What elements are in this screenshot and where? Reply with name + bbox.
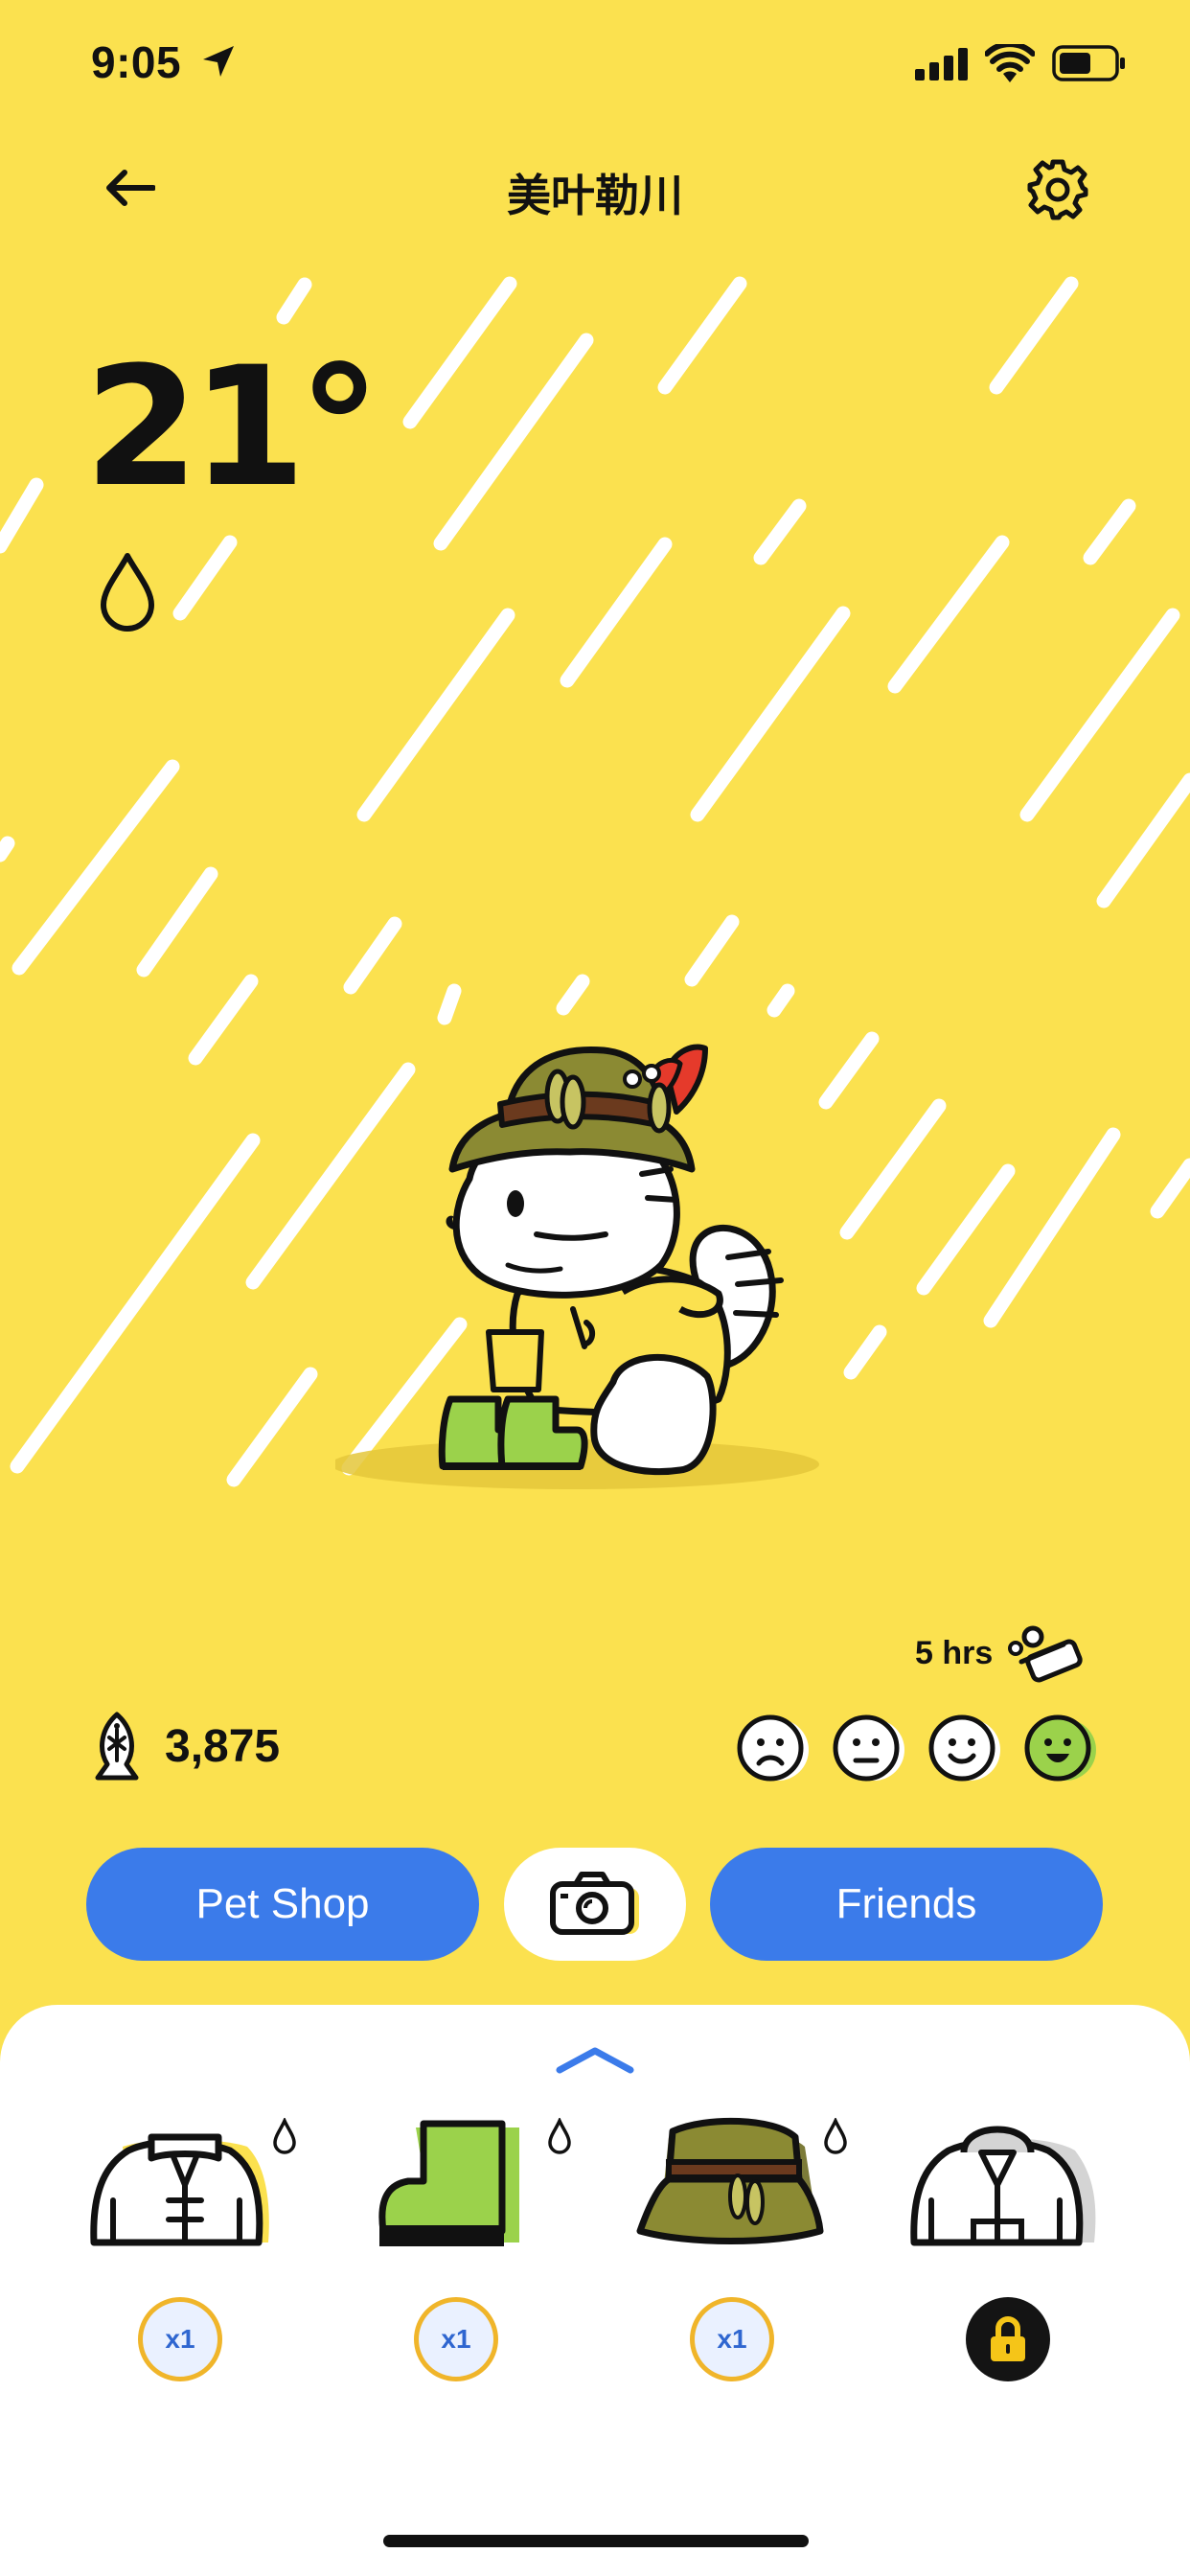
battery-icon — [1052, 45, 1125, 81]
raindrop-icon — [101, 553, 154, 632]
mood-meter — [736, 1712, 1098, 1786]
home-indicator[interactable] — [383, 2535, 809, 2547]
back-arrow-icon — [106, 170, 155, 206]
raindrop-icon — [548, 2118, 571, 2154]
sleep-duration: 5 hrs — [915, 1634, 994, 1671]
sleeping-bed-icon — [1008, 1625, 1083, 1683]
gear-icon — [1027, 159, 1088, 220]
smile-face-icon — [928, 1714, 1000, 1782]
fish-coin-icon — [95, 1712, 139, 1781]
wardrobe-sheet[interactable] — [0, 2005, 1190, 2576]
locked-badge — [966, 2297, 1050, 2381]
wifi-icon — [985, 44, 1035, 82]
neutral-face-icon — [833, 1714, 904, 1782]
chevron-up-icon[interactable] — [554, 2039, 636, 2078]
item-quantity-badge: x1 — [138, 2297, 222, 2381]
happy-face-icon-active — [1024, 1714, 1096, 1782]
pet-shop-button[interactable]: Pet Shop — [86, 1848, 479, 1961]
coin-count: 3,875 — [165, 1720, 281, 1772]
camera-icon — [550, 1872, 639, 1935]
temperature-reading: 21° — [84, 331, 380, 523]
jacket-item-locked[interactable] — [906, 2108, 1108, 2262]
sleep-info: 5 hrs — [915, 1620, 1087, 1687]
raincoat-item[interactable] — [84, 2108, 286, 2262]
lock-icon — [991, 2316, 1025, 2361]
raindrop-icon — [273, 2118, 296, 2154]
item-quantity-badge: x1 — [690, 2297, 774, 2381]
location-arrow-icon — [203, 46, 234, 77]
coin-balance: 3,875 — [88, 1711, 280, 1782]
pet-cat-illustration[interactable] — [335, 997, 853, 1505]
camera-button[interactable] — [504, 1848, 686, 1961]
back-button[interactable] — [101, 158, 160, 218]
status-time: 9:05 — [91, 37, 182, 87]
settings-button[interactable] — [1023, 155, 1092, 224]
friends-button[interactable]: Friends — [710, 1848, 1103, 1961]
raindrop-icon — [824, 2118, 847, 2154]
sad-face-icon — [737, 1714, 809, 1782]
location-title: 美叶勒川 — [507, 171, 683, 220]
rain-boots-item[interactable] — [362, 2108, 563, 2262]
item-quantity-badge: x1 — [414, 2297, 498, 2381]
cellular-signal-icon — [915, 48, 968, 80]
bucket-hat-item[interactable] — [630, 2108, 832, 2262]
